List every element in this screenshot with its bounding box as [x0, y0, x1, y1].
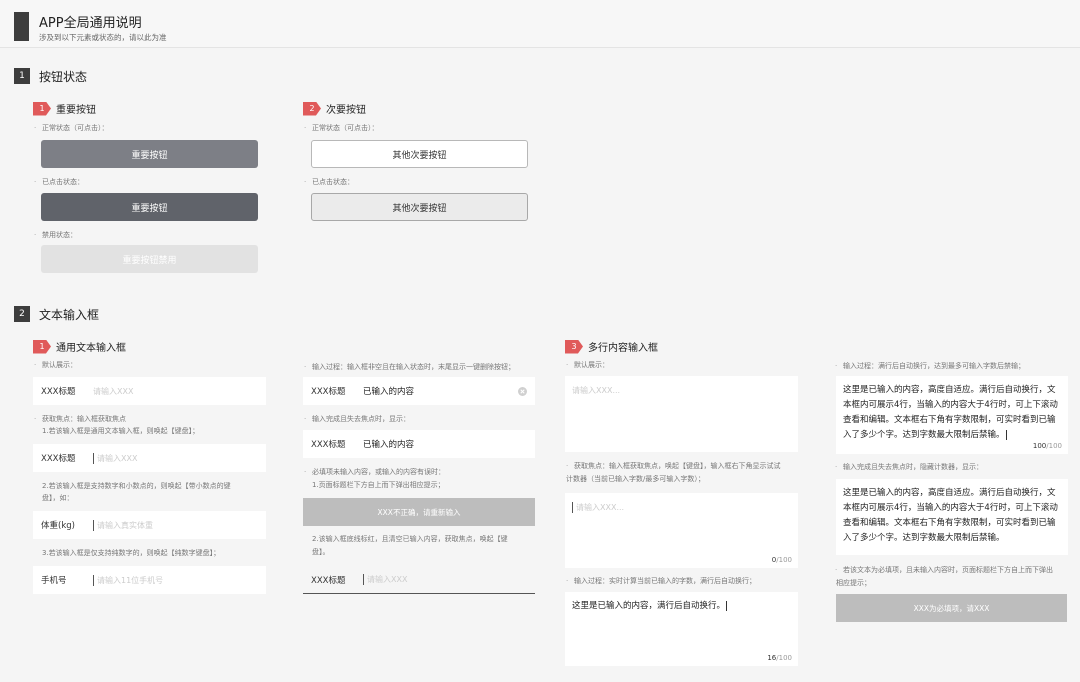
text-caret — [1005, 429, 1007, 440]
field-placeholder: 请输入XXX — [93, 386, 134, 396]
field-label: 体重(kg) — [41, 521, 75, 531]
state-note: 2.该输入框底线标红，且清空已输入内容，获取焦点，唤起【键 — [312, 535, 508, 543]
section-number: 2 — [14, 306, 30, 322]
state-note: 必填项未输入内容，或输入的内容有误时： — [304, 465, 445, 479]
textarea-limit-reached[interactable]: 这里是已输入的内容，高度自适应。满行后自动换行，文本框内可展示4行，当输入的内容… — [836, 376, 1068, 454]
subsection-flag: 2 次要按钮 — [303, 101, 366, 116]
char-max: /100 — [1046, 442, 1062, 450]
field-value: 已输入的内容 — [363, 440, 415, 450]
field-placeholder: 请输入XXX — [93, 452, 266, 464]
clear-icon[interactable] — [518, 386, 527, 396]
state-note: 若该文本为必填项，且未输入内容时，页面标题栏下方自上而下弹出 — [835, 563, 1053, 577]
char-max: /100 — [776, 654, 792, 662]
state-note: 正常状态（可点击）： — [304, 121, 378, 135]
char-count: 100 — [1032, 442, 1047, 450]
state-note: 3.若该输入框是仅支持纯数字的，则唤起【纯数字键盘】； — [42, 549, 221, 557]
subsection-title: 多行内容输入框 — [588, 343, 658, 354]
subsection-flag: 1 通用文本输入框 — [33, 339, 126, 354]
text-input-default[interactable]: XXX标题 请输入XXX — [33, 377, 266, 405]
error-toast: XXX不正确，请重新输入 — [303, 498, 535, 526]
field-label: 手机号 — [41, 576, 67, 586]
subsection-title: 重要按钮 — [56, 105, 96, 116]
section-title: 文本输入框 — [39, 308, 100, 322]
subsection-flag: 3 多行内容输入框 — [565, 339, 658, 354]
text-caret — [726, 600, 728, 611]
state-note: 输入完成且失去焦点时，显示： — [304, 412, 410, 426]
subsection-number: 3 — [565, 339, 583, 354]
section-title: 按钮状态 — [39, 70, 88, 84]
primary-button-disabled: 重要按钮禁用 — [41, 245, 258, 273]
field-label: XXX标题 — [311, 387, 346, 397]
primary-button-pressed[interactable]: 重要按钮 — [41, 193, 258, 221]
state-note: 计数器（当前已输入字数/最多可输入字数）； — [566, 475, 705, 483]
field-label: XXX标题 — [311, 440, 346, 450]
state-note: 输入过程：实时计算当前已输入的字数，满行后自动换行； — [566, 574, 756, 588]
decimal-input-focused[interactable]: 体重(kg) 请输入真实体重 — [33, 511, 266, 539]
text-input-error[interactable]: XXX标题 请输入XXX — [303, 566, 535, 594]
textarea-blurred[interactable]: 这里是已输入的内容，高度自适应。满行后自动换行，文本框内可展示4行，当输入的内容… — [836, 479, 1068, 555]
subsection-title: 次要按钮 — [326, 105, 366, 116]
state-note: 已点击状态： — [304, 175, 354, 189]
textarea-value: 这里是已输入的内容，高度自适应。满行后自动换行，文本框内可展示4行，当输入的内容… — [843, 383, 1061, 443]
subsection-number: 2 — [303, 101, 321, 116]
subsection-title: 通用文本输入框 — [56, 343, 126, 354]
state-note: 输入过程：满行后自动换行，达到最多可输入字数后禁输； — [835, 359, 1025, 373]
textarea-focused[interactable]: 请输入XXX... 0/100 — [565, 493, 798, 568]
textarea-value: 这里是已输入的内容，满行后自动换行。 — [572, 599, 791, 614]
required-toast: XXX为必填项，请XXX — [836, 594, 1067, 622]
state-note: 输入过程：输入框非空且在输入状态时，末尾显示一键删除按钮； — [304, 360, 515, 374]
char-count: 16 — [767, 654, 777, 662]
field-placeholder: 请输入真实体重 — [93, 519, 266, 531]
state-note: 正常状态（可点击）： — [34, 121, 108, 135]
field-placeholder: 请输入11位手机号 — [93, 574, 266, 586]
char-max: /100 — [776, 556, 792, 564]
subsection-number: 1 — [33, 101, 51, 116]
char-counter: 100/100 — [1033, 442, 1062, 450]
state-note: 默认展示： — [34, 358, 77, 372]
char-counter: 16/100 — [767, 654, 792, 662]
secondary-button-normal[interactable]: 其他次要按钮 — [311, 140, 528, 168]
state-note: 盘】，如： — [42, 494, 74, 502]
textarea-typing[interactable]: 这里是已输入的内容，满行后自动换行。 16/100 — [565, 592, 798, 666]
page-subtitle: 涉及到以下元素或状态的，请以此为准 — [39, 33, 167, 42]
textarea-text: 这里是已输入的内容，高度自适应。满行后自动换行，文本框内可展示4行，当输入的内容… — [843, 385, 1058, 440]
field-placeholder: 请输入XXX — [363, 574, 535, 585]
field-label: XXX标题 — [311, 575, 346, 586]
textarea-default[interactable]: 请输入XXX... — [565, 376, 798, 452]
state-note: 获取焦点：输入框获取焦点，唤起【键盘】，输入框右下角显示试试 — [566, 459, 780, 473]
state-note: 相应提示； — [836, 579, 871, 587]
primary-button-normal[interactable]: 重要按钮 — [41, 140, 258, 168]
state-note: 已点击状态： — [34, 175, 84, 189]
secondary-button-pressed[interactable]: 其他次要按钮 — [311, 193, 528, 221]
textarea-placeholder: 请输入XXX... — [572, 502, 624, 513]
page-title: APP全局通用说明 — [39, 16, 142, 31]
state-note: 禁用状态： — [34, 228, 77, 242]
state-note: 1.页面标题栏下方自上而下弹出相应提示； — [312, 481, 445, 489]
text-input-focused[interactable]: XXX标题 请输入XXX — [33, 444, 266, 472]
field-label: XXX标题 — [41, 454, 76, 464]
textarea-value: 这里是已输入的内容，高度自适应。满行后自动换行，文本框内可展示4行，当输入的内容… — [843, 488, 1058, 543]
phone-input-focused[interactable]: 手机号 请输入11位手机号 — [33, 566, 266, 594]
page-header: APP全局通用说明 涉及到以下元素或状态的，请以此为准 — [0, 0, 1080, 48]
subsection-number: 1 — [33, 339, 51, 354]
state-note: 输入完成且失去焦点时，隐藏计数器，显示： — [835, 460, 983, 474]
state-note: 1.若该输入框是通用文本输入框，则唤起【键盘】； — [42, 427, 200, 435]
section-number: 1 — [14, 68, 30, 84]
char-counter: 0/100 — [772, 556, 792, 564]
text-input-completed[interactable]: XXX标题 已输入的内容 — [303, 430, 535, 458]
textarea-placeholder: 请输入XXX... — [572, 386, 621, 395]
state-note: 盘】。 — [312, 548, 330, 556]
subsection-flag: 1 重要按钮 — [33, 101, 96, 116]
field-value: 已输入的内容 — [363, 387, 415, 397]
state-note: 默认展示： — [566, 358, 609, 372]
field-label: XXX标题 — [41, 387, 76, 397]
text-input-typing[interactable]: XXX标题 已输入的内容 — [303, 377, 535, 405]
textarea-text: 这里是已输入的内容，满行后自动换行。 — [572, 601, 726, 611]
header-accent-bar — [14, 12, 29, 41]
